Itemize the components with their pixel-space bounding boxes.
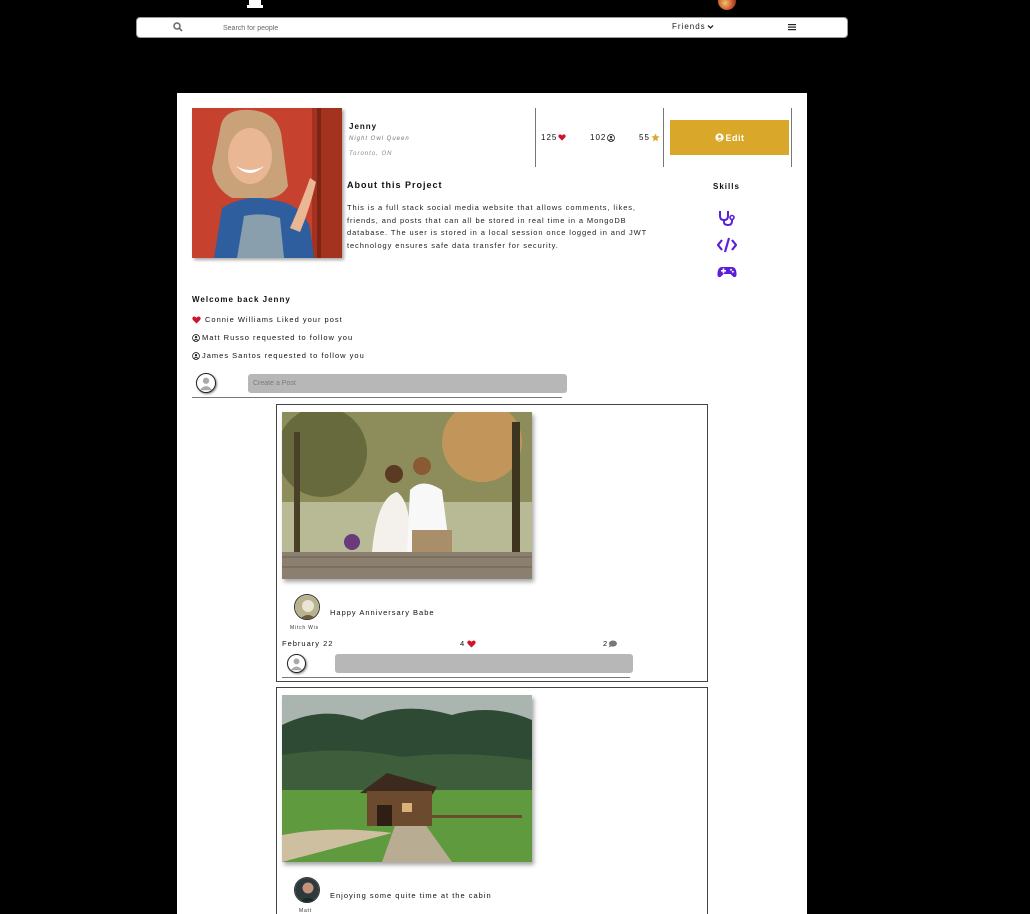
notification-text: Matt Russo requested to follow you: [202, 333, 354, 342]
stars-stat: 55: [639, 133, 660, 142]
profile-panel: Jenny Night Owl Queen Toronto, ON 125 10…: [177, 93, 807, 914]
post-image[interactable]: [282, 412, 532, 579]
star-icon: [651, 133, 660, 142]
comments-button[interactable]: 2: [603, 639, 618, 648]
like-button[interactable]: 4: [460, 639, 476, 648]
profile-location: Toronto, ON: [349, 151, 393, 157]
likes-count: 125: [541, 133, 558, 142]
user-circle-icon: [714, 133, 724, 142]
profile-photo: [192, 108, 342, 258]
post-caption: Enjoying some quite time at the cabin: [330, 891, 492, 900]
friends-filter-select[interactable]: Friends: [672, 22, 714, 31]
chevron-down-icon: [707, 24, 714, 29]
comment-icon: [608, 640, 618, 648]
heart-icon: [558, 134, 567, 141]
notification-item[interactable]: James Santos requested to follow you: [192, 351, 365, 360]
followers-stat: 102: [590, 133, 616, 142]
profile-info: Jenny Night Owl Queen Toronto, ON: [349, 122, 410, 157]
search-icon[interactable]: [173, 22, 183, 32]
post-caption: Happy Anniversary Babe: [330, 608, 435, 617]
post-card: Mitch Wis Happy Anniversary Babe Februar…: [276, 404, 708, 682]
edit-button-label: Edit: [725, 132, 745, 143]
user-circle-icon: [192, 333, 200, 342]
divider: [282, 677, 630, 678]
user-circle-icon: [607, 133, 616, 142]
hamburger-icon[interactable]: [788, 23, 796, 31]
user-shirt-icon[interactable]: [244, 0, 266, 8]
stats-divider: [791, 108, 792, 167]
post-date: February 22: [282, 639, 334, 648]
avatar: [287, 654, 306, 673]
divider: [192, 397, 562, 398]
comments-count: 2: [603, 639, 608, 648]
search-input[interactable]: [223, 21, 603, 35]
profile-tagline: Night Owl Queen: [349, 136, 410, 142]
followers-count: 102: [590, 133, 607, 142]
avatar[interactable]: [718, 0, 736, 10]
skills-title: Skills: [713, 182, 740, 191]
notification-item[interactable]: Matt Russo requested to follow you: [192, 333, 353, 342]
post-image[interactable]: [282, 695, 532, 862]
likes-stat: 125: [541, 133, 567, 142]
stars-count: 55: [639, 133, 650, 142]
profile-stats: 125 102 55 Edit: [535, 108, 792, 167]
avatar[interactable]: [294, 877, 320, 903]
notification-text: James Santos requested to follow you: [202, 351, 365, 360]
avatar: [196, 373, 216, 393]
avatar[interactable]: [294, 594, 320, 620]
profile-name: Jenny: [349, 122, 378, 131]
about-text: This is a full stack social media websit…: [347, 203, 647, 250]
user-circle-icon: [192, 351, 200, 360]
edit-profile-button[interactable]: Edit: [670, 120, 789, 155]
about-title: About this Project: [347, 180, 443, 190]
code-icon: [717, 237, 737, 253]
friends-filter-label: Friends: [672, 22, 706, 31]
welcome-heading: Welcome back Jenny: [192, 295, 291, 304]
notification-text: Connie Williams Liked your post: [205, 315, 343, 324]
create-post-input[interactable]: [248, 374, 567, 393]
heart-icon: [467, 639, 476, 648]
stethoscope-icon: [719, 211, 735, 226]
gamepad-icon: [717, 267, 737, 278]
post-author-name[interactable]: Mitch Wis: [290, 625, 319, 631]
likes-count: 4: [460, 639, 465, 648]
heart-icon: [192, 315, 201, 324]
comment-input[interactable]: [335, 654, 633, 673]
stats-divider: [663, 108, 664, 167]
notification-item[interactable]: Connie Williams Liked your post: [192, 315, 343, 324]
post-author-name[interactable]: Matt: [299, 908, 312, 914]
search-bar: Friends: [136, 17, 848, 38]
post-card: Matt Enjoying some quite time at the cab…: [276, 687, 708, 914]
